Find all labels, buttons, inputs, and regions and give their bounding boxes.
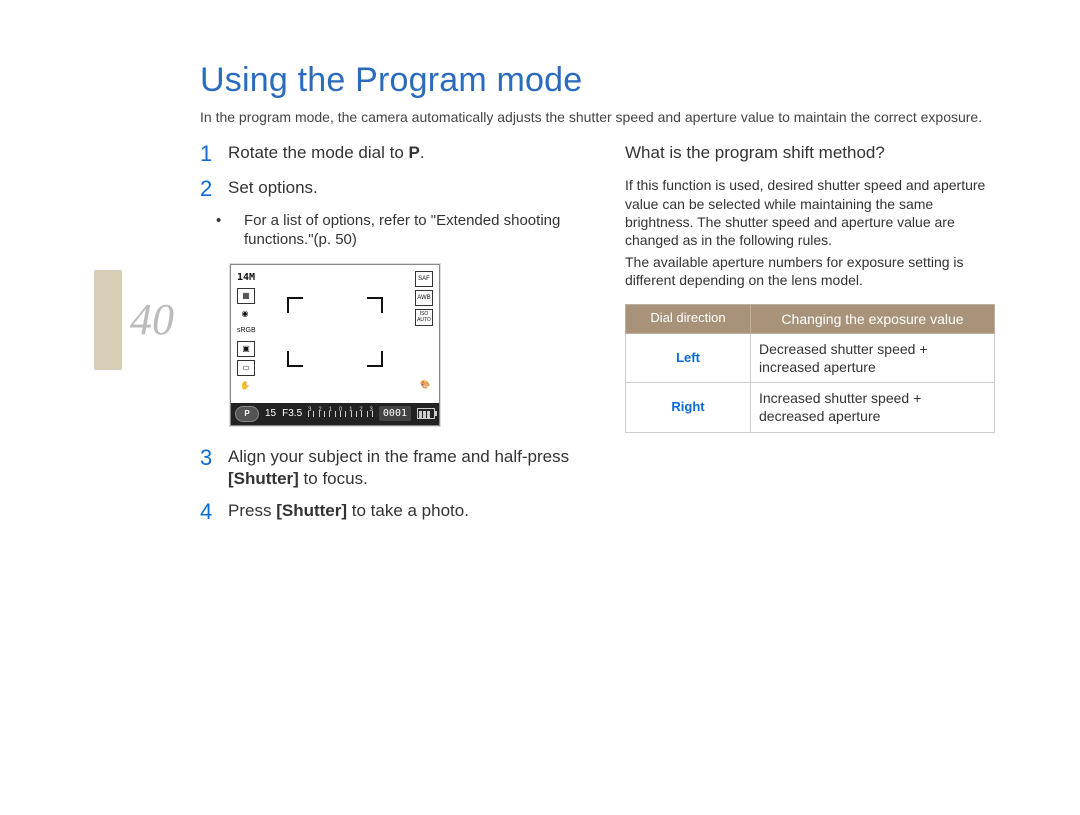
aperture-value: F3.5 bbox=[282, 407, 302, 420]
table-header: Dial direction bbox=[626, 304, 751, 333]
intro-text: In the program mode, the camera automati… bbox=[200, 108, 995, 126]
shutter-speed-value: 15 bbox=[265, 407, 276, 420]
mode-indicator-icon: P bbox=[235, 406, 259, 422]
af-mode-icon: SAF bbox=[415, 271, 433, 287]
wb-icon: AWB bbox=[415, 290, 433, 306]
table-row: Right Increased shutter speed + decrease… bbox=[626, 383, 995, 432]
step-4: 4 Press [Shutter] to take a photo. bbox=[200, 500, 570, 524]
shutter-key: [Shutter] bbox=[228, 469, 299, 488]
focus-brackets bbox=[287, 297, 383, 367]
paragraph: If this function is used, desired shutte… bbox=[625, 176, 995, 249]
page-title: Using the Program mode bbox=[200, 58, 995, 102]
picture-wizard-icon: 🎨 bbox=[417, 378, 433, 392]
step-text: Align your subject in the frame and half… bbox=[228, 447, 569, 466]
image-size-icon: 14M bbox=[237, 271, 253, 285]
step-2-note: For a list of options, refer to "Extende… bbox=[200, 211, 570, 250]
step-1: 1 Rotate the mode dial to P. bbox=[200, 142, 570, 166]
step-number: 4 bbox=[200, 500, 214, 524]
dial-direction-cell: Right bbox=[626, 383, 751, 432]
exposure-change-cell: Increased shutter speed + decreased aper… bbox=[751, 383, 995, 432]
step-text: Rotate the mode dial to bbox=[228, 143, 409, 162]
camera-lcd-preview: 14M ▦ ◉ sRGB ▣ ▭ ✋ SAF AWB ISO AUTO bbox=[230, 264, 440, 426]
drive-icon: ▭ bbox=[237, 360, 255, 376]
quality-icon: ▣ bbox=[237, 341, 255, 357]
exposure-change-cell: Decreased shutter speed + increased aper… bbox=[751, 333, 995, 382]
ev-scale: 3210123 bbox=[308, 409, 373, 419]
step-number: 1 bbox=[200, 142, 214, 166]
program-shift-table: Dial direction Changing the exposure val… bbox=[625, 304, 995, 433]
section-heading: What is the program shift method? bbox=[625, 142, 995, 164]
step-text: Set options. bbox=[228, 177, 570, 201]
iso-icon: ISO AUTO bbox=[415, 309, 433, 326]
grid-icon: ▦ bbox=[237, 288, 255, 304]
dial-direction-cell: Left bbox=[626, 333, 751, 382]
step-text: Press bbox=[228, 501, 276, 520]
step-number: 2 bbox=[200, 177, 214, 201]
lcd-info-bar: P 15 F3.5 3210123 0001 bbox=[231, 403, 439, 425]
battery-icon bbox=[417, 408, 435, 419]
mode-dial-value: P bbox=[409, 143, 420, 162]
shot-counter: 0001 bbox=[379, 406, 411, 421]
step-number: 3 bbox=[200, 446, 214, 490]
table-row: Left Decreased shutter speed + increased… bbox=[626, 333, 995, 382]
table-header: Changing the exposure value bbox=[751, 304, 995, 333]
step-3: 3 Align your subject in the frame and ha… bbox=[200, 446, 570, 490]
stabilizer-icon: ✋ bbox=[237, 379, 253, 393]
color-mode-icon: sRGB bbox=[237, 324, 253, 338]
paragraph: The available aperture numbers for expos… bbox=[625, 253, 995, 289]
shutter-key: [Shutter] bbox=[276, 501, 347, 520]
step-2: 2 Set options. bbox=[200, 177, 570, 201]
metering-icon: ◉ bbox=[237, 307, 253, 321]
